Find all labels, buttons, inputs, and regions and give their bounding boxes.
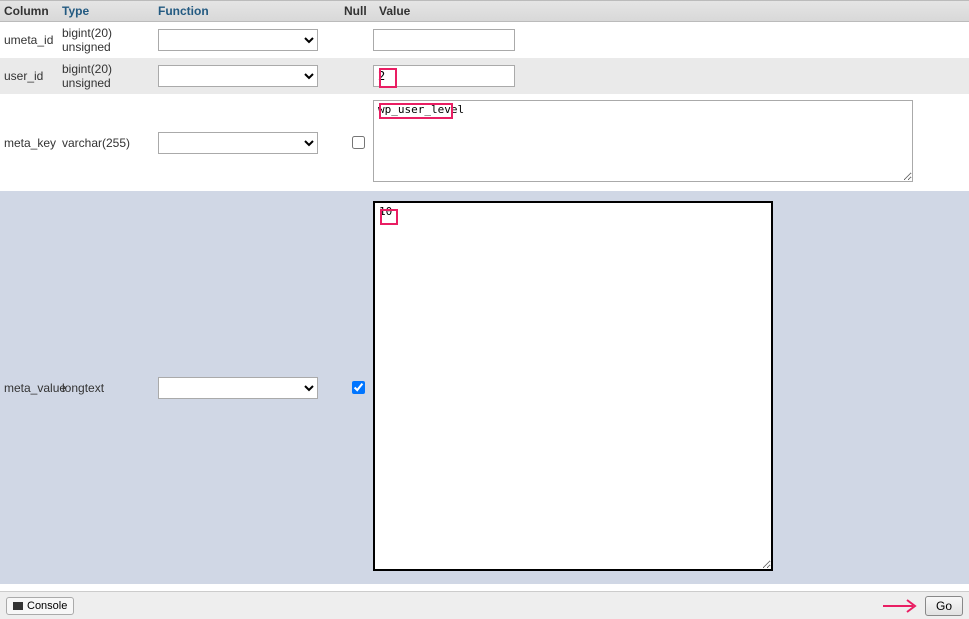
table-row: user_id bigint(20) unsigned [0,58,969,94]
header-function-link[interactable]: Function [158,4,209,18]
console-label: Console [27,600,67,612]
arrow-right-icon [883,599,919,613]
header-type-link[interactable]: Type [62,4,89,18]
column-name: meta_key [0,100,62,185]
null-checkbox-meta_key[interactable] [352,136,365,149]
table-header: Column Type Function Null Value [0,0,969,22]
column-name: meta_value [0,201,62,574]
value-textarea-meta_key[interactable] [373,100,913,182]
value-textarea-meta_value[interactable] [373,201,773,571]
value-input-user_id[interactable] [373,65,515,87]
function-select[interactable] [158,377,318,399]
bottom-bar: Console Go [0,591,969,619]
column-type: bigint(20) unsigned [62,62,158,90]
column-name: user_id [0,69,62,83]
table-row: umeta_id bigint(20) unsigned [0,22,969,58]
console-button[interactable]: Console [6,597,74,615]
table-row: meta_key varchar(255) [0,94,969,191]
column-type: varchar(255) [62,100,158,185]
header-null: Null [344,4,373,18]
function-select[interactable] [158,65,318,87]
null-checkbox-meta_value[interactable] [352,381,365,394]
value-input-umeta_id[interactable] [373,29,515,51]
header-column: Column [0,4,62,18]
console-icon [13,602,23,610]
header-value: Value [373,4,969,18]
column-type: bigint(20) unsigned [62,26,158,54]
column-type: longtext [62,201,158,574]
function-select[interactable] [158,29,318,51]
go-button[interactable]: Go [925,596,963,616]
function-select[interactable] [158,132,318,154]
column-name: umeta_id [0,33,62,47]
table-row: meta_value longtext [0,191,969,584]
